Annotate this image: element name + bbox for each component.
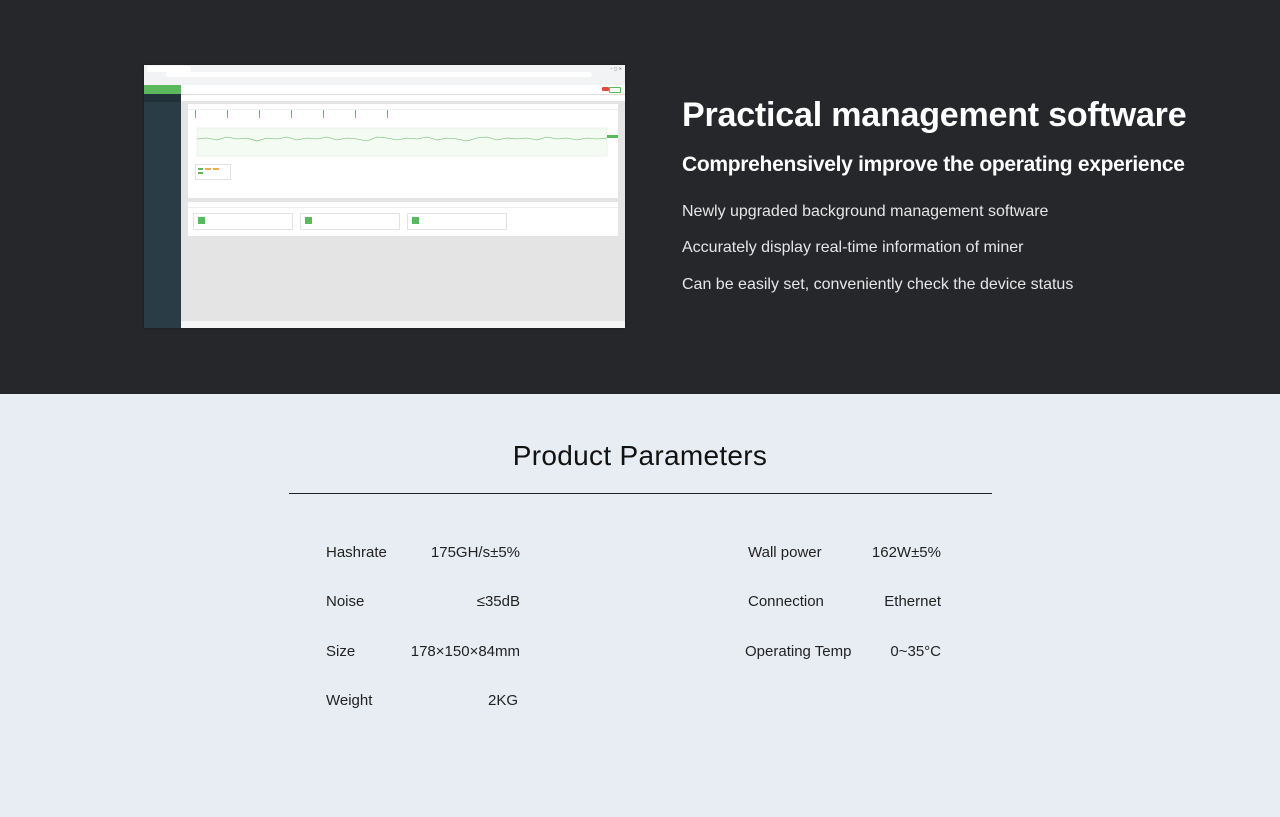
screenshot-breadcrumb (181, 95, 625, 101)
screenshot-status-panel (188, 104, 618, 198)
screenshot-device-card (193, 213, 293, 230)
param-value-connection: Ethernet (884, 593, 941, 610)
screenshot-device-card (300, 213, 400, 230)
param-value-hashrate: 175GH/s±5% (430, 544, 520, 561)
browser-chrome: − ▢ ✕ (144, 65, 625, 86)
feature-line-3: Can be easily set, conveniently check th… (682, 276, 1074, 293)
bookmarks-bar (147, 79, 622, 83)
screenshot-stat (259, 110, 290, 118)
param-value-wall-power: 162W±5% (871, 544, 941, 561)
param-value-weight: 2KG (487, 692, 518, 709)
screenshot-nav-item (144, 102, 181, 110)
screenshot-stat (227, 110, 258, 118)
param-label-operating-temp: Operating Temp (745, 643, 852, 660)
screenshot-device-card (407, 213, 507, 230)
screenshot-button (609, 87, 621, 93)
param-value-noise: ≤35dB (476, 593, 520, 610)
screenshot-stat (387, 110, 418, 118)
screenshot-footer (181, 321, 625, 328)
screenshot-stat (355, 110, 386, 118)
feature-line-1: Newly upgraded background management sof… (682, 203, 1049, 220)
screenshot-hashrate-chart (196, 127, 618, 157)
hero-subtitle: Comprehensively improve the operating ex… (682, 153, 1185, 176)
screenshot-stat (323, 110, 354, 118)
screenshot-stat (195, 110, 226, 118)
screenshot-devices-panel (188, 202, 618, 236)
param-label-size: Size (326, 643, 356, 660)
param-label-connection: Connection (748, 593, 824, 610)
param-label-hashrate: Hashrate (326, 544, 387, 561)
screenshot-sidebar (144, 85, 181, 328)
software-screenshot: − ▢ ✕ (144, 65, 625, 328)
title-divider (289, 493, 992, 494)
param-value-size: 178×150×84mm (410, 643, 520, 660)
feature-line-2: Accurately display real-time information… (682, 239, 1024, 256)
param-label-weight: Weight (326, 692, 373, 709)
hero-title: Practical management software (682, 96, 1187, 134)
screenshot-nav-item (144, 94, 181, 102)
param-label-noise: Noise (326, 593, 365, 610)
screenshot-legend-box (195, 164, 231, 180)
screenshot-badge (602, 87, 609, 91)
screenshot-logo (144, 85, 181, 94)
screenshot-stat (291, 110, 322, 118)
screenshot-nav-item (144, 110, 181, 118)
screenshot-main (181, 85, 625, 328)
hero-section: − ▢ ✕ Practical management software Comp… (0, 0, 1280, 394)
window-controls-icon: − ▢ ✕ (610, 66, 622, 71)
parameters-title: Product Parameters (512, 440, 768, 471)
screenshot-panel-header (188, 202, 618, 208)
screenshot-header (181, 85, 625, 95)
param-label-wall-power: Wall power (748, 544, 822, 561)
address-bar (166, 72, 592, 77)
param-value-operating-temp: 0~35°C (890, 643, 941, 660)
